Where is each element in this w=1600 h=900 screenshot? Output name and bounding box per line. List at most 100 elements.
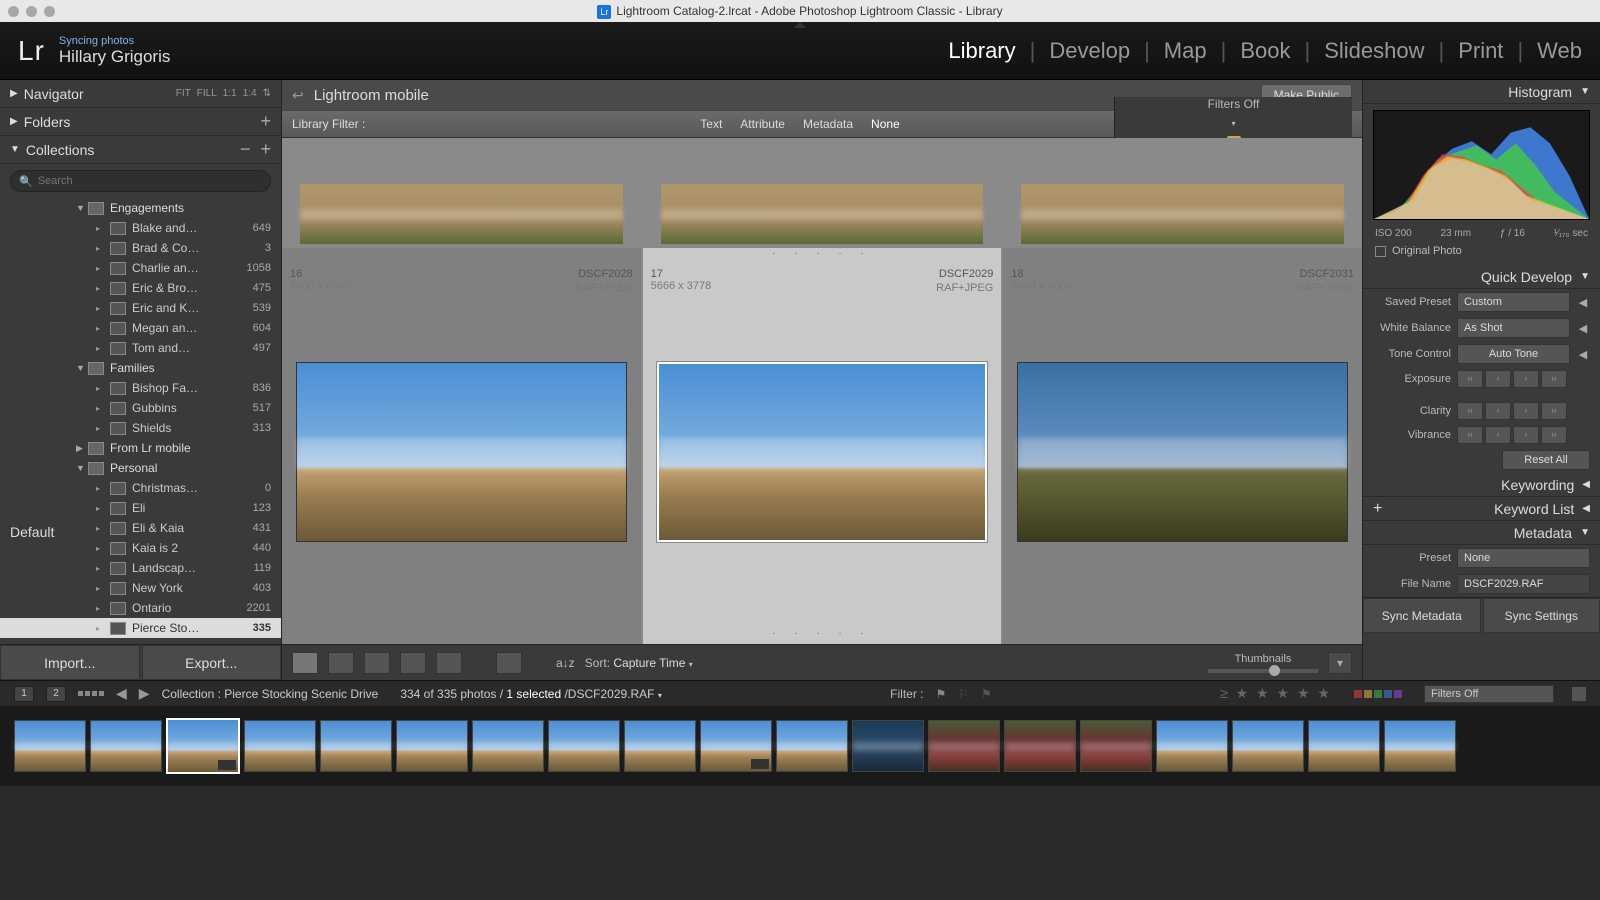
module-develop[interactable]: Develop	[1049, 38, 1130, 64]
nav-forward-icon[interactable]: ▶	[139, 685, 150, 702]
flag-unflagged-icon[interactable]: ⚐	[958, 687, 969, 701]
import-button[interactable]: Import...	[0, 645, 140, 680]
filter-lock-icon[interactable]	[1572, 687, 1586, 701]
reset-all-button[interactable]: Reset All	[1502, 450, 1590, 470]
collection-group[interactable]: ▼Engagements	[0, 198, 281, 218]
chevron-right-icon[interactable]: ◀	[1576, 348, 1590, 361]
back-icon[interactable]: ↩	[292, 87, 304, 104]
collection-item[interactable]: ▸Ontario2201	[0, 598, 281, 618]
collection-item[interactable]: ▸Shields313	[0, 418, 281, 438]
zoom-window-icon[interactable]	[44, 6, 55, 17]
vibrance-plus2[interactable]: ››	[1541, 426, 1567, 444]
collection-item[interactable]: ▸New York403	[0, 578, 281, 598]
keywording-header[interactable]: Keywording◀	[1363, 473, 1600, 497]
loupe-view-icon[interactable]	[328, 652, 354, 674]
module-book[interactable]: Book	[1240, 38, 1290, 64]
collection-item[interactable]: ▸Eric & Bro…475	[0, 278, 281, 298]
quick-develop-header[interactable]: Quick Develop▼	[1363, 265, 1600, 289]
filmstrip-thumbnail[interactable]	[852, 720, 924, 772]
collection-item[interactable]: ▸Blake and…649	[0, 218, 281, 238]
filter-preset-select[interactable]: Filters Off	[1424, 685, 1554, 703]
filmstrip-thumbnail[interactable]	[244, 720, 316, 772]
close-window-icon[interactable]	[8, 6, 19, 17]
thumbnail-size-slider[interactable]	[1208, 669, 1318, 673]
clarity-plus[interactable]: ›	[1513, 402, 1539, 420]
saved-preset-select[interactable]: Custom	[1457, 292, 1570, 312]
remove-collection-icon[interactable]: −	[240, 139, 251, 160]
filename-field[interactable]: DSCF2029.RAF	[1457, 574, 1590, 594]
collection-item[interactable]: ▸Charlie an…1058	[0, 258, 281, 278]
collections-panel-header[interactable]: ▼ Collections −+	[0, 136, 281, 164]
collection-item[interactable]: ▸Eric and K…539	[0, 298, 281, 318]
filmstrip-thumbnail[interactable]	[1232, 720, 1304, 772]
sort-control[interactable]: Sort: Capture Time ▾	[585, 656, 693, 670]
auto-tone-button[interactable]: Auto Tone	[1457, 344, 1570, 364]
clarity-minus2[interactable]: ‹‹	[1457, 402, 1483, 420]
module-print[interactable]: Print	[1458, 38, 1503, 64]
nav-fill[interactable]: FILL	[197, 88, 217, 99]
grid-cell[interactable]: · · · · · 18DSCF2031 6000 x 4000RAF+JPEG…	[1003, 138, 1362, 644]
collection-item[interactable]: ▸Megan an…604	[0, 318, 281, 338]
toolbar-menu-icon[interactable]: ▾	[1328, 652, 1352, 674]
filmstrip-thumbnail[interactable]	[624, 720, 696, 772]
grid-cell[interactable]: · · · · · 17DSCF2029 5666 x 3778RAF+JPEG…	[643, 138, 1002, 644]
flag-rejected-icon[interactable]: ⚑	[981, 687, 992, 701]
filmstrip-thumbnail[interactable]	[1004, 720, 1076, 772]
collection-item[interactable]: ▸Eli123	[0, 498, 281, 518]
metadata-preset-select[interactable]: None	[1457, 548, 1590, 568]
module-web[interactable]: Web	[1537, 38, 1582, 64]
vibrance-minus[interactable]: ‹	[1485, 426, 1511, 444]
grid-view-icon[interactable]	[292, 652, 318, 674]
module-map[interactable]: Map	[1164, 38, 1207, 64]
histogram[interactable]	[1373, 110, 1590, 220]
filmstrip-thumbnail[interactable]	[1308, 720, 1380, 772]
navigator-panel-header[interactable]: ▶ Navigator FIT FILL 1:1 1:4 ⇅	[0, 80, 281, 108]
exposure-minus[interactable]: ‹	[1485, 370, 1511, 388]
collection-item[interactable]: ▸Christmas…0	[0, 478, 281, 498]
clarity-plus2[interactable]: ››	[1541, 402, 1567, 420]
collection-group[interactable]: ▼Personal	[0, 458, 281, 478]
filmstrip-thumbnail[interactable]	[90, 720, 162, 772]
folders-panel-header[interactable]: ▶ Folders +	[0, 108, 281, 136]
source-path[interactable]: Collection : Pierce Stocking Scenic Driv…	[162, 687, 379, 701]
painter-icon[interactable]	[496, 652, 522, 674]
grid-cell[interactable]: · · · · · 16DSCF2028 6000 x 4000RAF+JPEG…	[282, 138, 641, 644]
chevron-updown-icon[interactable]: ⇅	[263, 88, 271, 99]
filters-off-label[interactable]: Filters Off	[1208, 97, 1260, 111]
filmstrip-thumbnail[interactable]	[928, 720, 1000, 772]
filmstrip-thumbnail[interactable]	[14, 720, 86, 772]
filter-text[interactable]: Text	[700, 117, 722, 131]
compare-view-icon[interactable]	[364, 652, 390, 674]
people-view-icon[interactable]	[436, 652, 462, 674]
module-slideshow[interactable]: Slideshow	[1324, 38, 1424, 64]
original-photo-toggle[interactable]: Original Photo	[1363, 241, 1600, 265]
clarity-minus[interactable]: ‹	[1485, 402, 1511, 420]
exposure-plus[interactable]: ›	[1513, 370, 1539, 388]
nav-fit[interactable]: FIT	[176, 88, 191, 99]
filmstrip-thumbnail[interactable]	[1080, 720, 1152, 772]
filmstrip-thumbnail[interactable]	[1156, 720, 1228, 772]
nav-1to1[interactable]: 1:1	[223, 88, 237, 99]
rating-filter[interactable]: ≥ ★ ★ ★ ★ ★	[1220, 685, 1332, 702]
metadata-set-select[interactable]: Default	[10, 524, 90, 542]
collection-item[interactable]: ▸Bishop Fa…836	[0, 378, 281, 398]
collection-item[interactable]: ▸Gubbins517	[0, 398, 281, 418]
secondary-display-2[interactable]: 2	[46, 686, 66, 702]
metadata-header[interactable]: Default Metadata▼	[1363, 521, 1600, 545]
chevron-right-icon[interactable]: ◀	[1576, 296, 1590, 309]
filmstrip-thumbnail[interactable]	[320, 720, 392, 772]
add-folder-icon[interactable]: +	[260, 111, 271, 132]
filmstrip-thumbnail[interactable]	[396, 720, 468, 772]
keyword-list-header[interactable]: + Keyword List◀	[1363, 497, 1600, 521]
filmstrip-thumbnail[interactable]	[1384, 720, 1456, 772]
filmstrip[interactable]	[0, 706, 1600, 786]
vibrance-plus[interactable]: ›	[1513, 426, 1539, 444]
thumbnail-grid[interactable]: · · · · · 16DSCF2028 6000 x 4000RAF+JPEG…	[282, 138, 1362, 644]
checkbox-icon[interactable]	[1375, 246, 1386, 257]
collection-group[interactable]: ▶From Lr mobile	[0, 438, 281, 458]
survey-view-icon[interactable]	[400, 652, 426, 674]
filmstrip-thumbnail[interactable]	[472, 720, 544, 772]
filter-metadata[interactable]: Metadata	[803, 117, 853, 131]
sync-metadata-button[interactable]: Sync Metadata	[1363, 598, 1481, 633]
exposure-plus2[interactable]: ››	[1541, 370, 1567, 388]
